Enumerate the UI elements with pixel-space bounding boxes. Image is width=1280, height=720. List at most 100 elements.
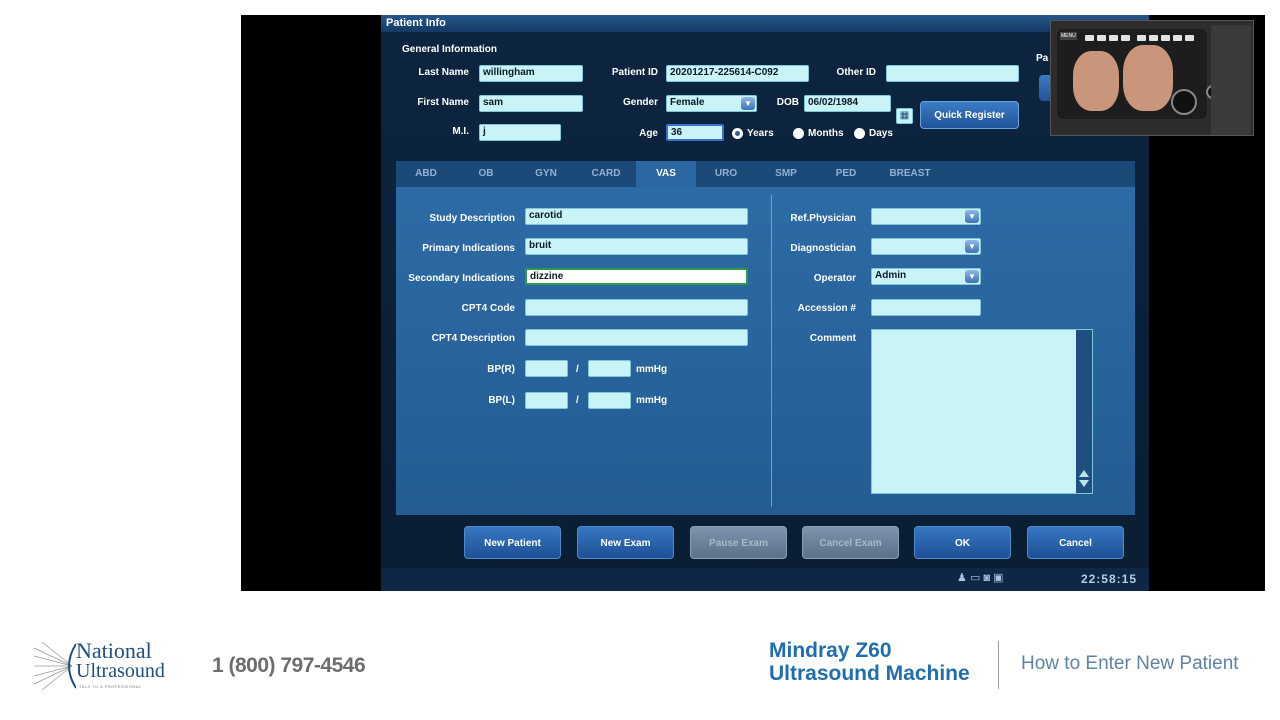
primary-indications-label: Primary Indications <box>422 243 515 254</box>
bp-right-diastolic[interactable] <box>588 360 631 377</box>
menu-key-label: MENU <box>1060 32 1077 40</box>
study-description-field[interactable]: carotid <box>525 208 748 225</box>
national-ultrasound-logo: National Ultrasound TALK TO A PROFESSION… <box>32 640 172 692</box>
ref-physician-label: Ref.Physician <box>790 213 856 224</box>
age-field[interactable]: 36 <box>666 124 724 141</box>
comment-scrollbar[interactable] <box>1076 330 1092 493</box>
cancel-button[interactable]: Cancel <box>1027 526 1124 559</box>
cpt4-description-label: CPT4 Description <box>431 333 515 344</box>
logo-national: National <box>76 638 152 663</box>
panel-divider <box>771 195 772 507</box>
logo-ultrasound: Ultrasound <box>76 660 165 682</box>
new-patient-button[interactable]: New Patient <box>464 526 561 559</box>
quick-register-button[interactable]: Quick Register <box>920 101 1019 129</box>
chevron-down-icon[interactable]: ▼ <box>741 97 755 110</box>
first-name-label: First Name <box>417 97 469 108</box>
comment-textarea[interactable] <box>871 329 1093 494</box>
tab-ob[interactable]: OB <box>456 161 516 187</box>
exam-tabs: ABD OB GYN CARD VAS URO SMP PED BREAST <box>396 161 1135 187</box>
gender-select[interactable]: Female ▼ <box>666 95 757 112</box>
months-label: Months <box>808 128 844 139</box>
days-label: Days <box>869 128 893 139</box>
tab-card[interactable]: CARD <box>576 161 636 187</box>
ultrasound-screen: Patient Info General Information Last Na… <box>381 15 1149 591</box>
months-radio[interactable] <box>793 128 804 139</box>
tab-abd[interactable]: ABD <box>396 161 456 187</box>
general-info-heading: General Information <box>402 44 498 55</box>
disk-icon: ◙ <box>983 572 991 584</box>
bp-right-slash: / <box>576 364 579 375</box>
new-exam-button[interactable]: New Exam <box>577 526 674 559</box>
cpt4-description-field[interactable] <box>525 329 748 346</box>
comment-label: Comment <box>809 333 856 344</box>
partial-label: Pa <box>1036 53 1049 64</box>
diagnostician-select[interactable]: ▼ <box>871 238 981 255</box>
secondary-indications-label: Secondary Indications <box>408 273 515 284</box>
bp-left-unit: mmHg <box>636 395 668 406</box>
chevron-down-icon[interactable]: ▼ <box>965 240 979 253</box>
primary-indications-field[interactable]: bruit <box>525 238 748 255</box>
operator-label: Operator <box>813 273 856 284</box>
bp-left-diastolic[interactable] <box>588 392 631 409</box>
video-title-line1: Mindray Z60 <box>769 639 892 662</box>
patient-id-field[interactable]: 20201217-225614-C092 <box>666 65 809 82</box>
bp-left-slash: / <box>576 395 579 406</box>
ref-physician-select[interactable]: ▼ <box>871 208 981 225</box>
tab-vas[interactable]: VAS <box>636 161 696 187</box>
accession-field[interactable] <box>871 299 981 316</box>
status-icons: ♟ ▭ ◙ ▣ <box>957 571 1004 584</box>
dob-field[interactable]: 06/02/1984 <box>804 95 891 112</box>
status-bar <box>381 568 1149 591</box>
gender-value: Female <box>670 97 705 108</box>
folder-icon: ▭ <box>969 572 981 584</box>
days-radio[interactable] <box>854 128 865 139</box>
first-name-field[interactable]: sam <box>479 95 583 112</box>
last-name-label: Last Name <box>418 67 469 78</box>
trackball-icon <box>1171 89 1197 115</box>
cancel-exam-button[interactable]: Cancel Exam <box>802 526 899 559</box>
phone-number: 1 (800) 797-4546 <box>212 654 366 677</box>
accession-label: Accession # <box>797 303 856 314</box>
age-label: Age <box>639 128 658 139</box>
cpt4-code-label: CPT4 Code <box>461 303 515 314</box>
mi-field[interactable]: j <box>479 124 561 141</box>
video-title-line2: Ultrasound Machine <box>769 662 970 685</box>
scroll-up-icon[interactable] <box>1079 470 1089 477</box>
left-hand-image <box>1073 51 1119 111</box>
bp-right-systolic[interactable] <box>525 360 568 377</box>
pause-exam-button[interactable]: Pause Exam <box>690 526 787 559</box>
keyboard-video-inset: MENU <box>1050 20 1254 136</box>
window-title: Patient Info <box>381 15 1149 32</box>
tab-breast[interactable]: BREAST <box>876 161 944 187</box>
bp-left-label: BP(L) <box>488 395 515 406</box>
tab-smp[interactable]: SMP <box>756 161 816 187</box>
gender-label: Gender <box>622 97 658 108</box>
tab-ped[interactable]: PED <box>816 161 876 187</box>
chevron-down-icon[interactable]: ▼ <box>965 270 979 283</box>
bp-left-systolic[interactable] <box>525 392 568 409</box>
study-description-label: Study Description <box>429 213 515 224</box>
other-id-label: Other ID <box>836 67 876 78</box>
side-panel <box>1211 25 1251 135</box>
cpt4-code-field[interactable] <box>525 299 748 316</box>
other-id-field[interactable] <box>886 65 1019 82</box>
secondary-indications-field[interactable]: dizzine <box>525 268 748 285</box>
patient-id-label: Patient ID <box>611 67 658 78</box>
last-name-field[interactable]: willingham <box>479 65 583 82</box>
scroll-down-icon[interactable] <box>1079 480 1089 487</box>
diagnostician-label: Diagnostician <box>790 243 856 254</box>
video-subtitle: How to Enter New Patient <box>1021 653 1239 674</box>
user-icon: ♟ <box>957 572 967 584</box>
mi-label: M.I. <box>452 126 469 137</box>
operator-select[interactable]: Admin ▼ <box>871 268 981 285</box>
calendar-icon[interactable]: ▦ <box>896 108 913 124</box>
years-radio[interactable] <box>732 128 743 139</box>
status-clock: 22:58:15 <box>1080 572 1137 586</box>
tab-uro[interactable]: URO <box>696 161 756 187</box>
ok-button[interactable]: OK <box>914 526 1011 559</box>
years-label: Years <box>747 128 774 139</box>
title-divider <box>998 641 999 689</box>
chevron-down-icon[interactable]: ▼ <box>965 210 979 223</box>
tab-gyn[interactable]: GYN <box>516 161 576 187</box>
dob-label: DOB <box>776 97 799 108</box>
